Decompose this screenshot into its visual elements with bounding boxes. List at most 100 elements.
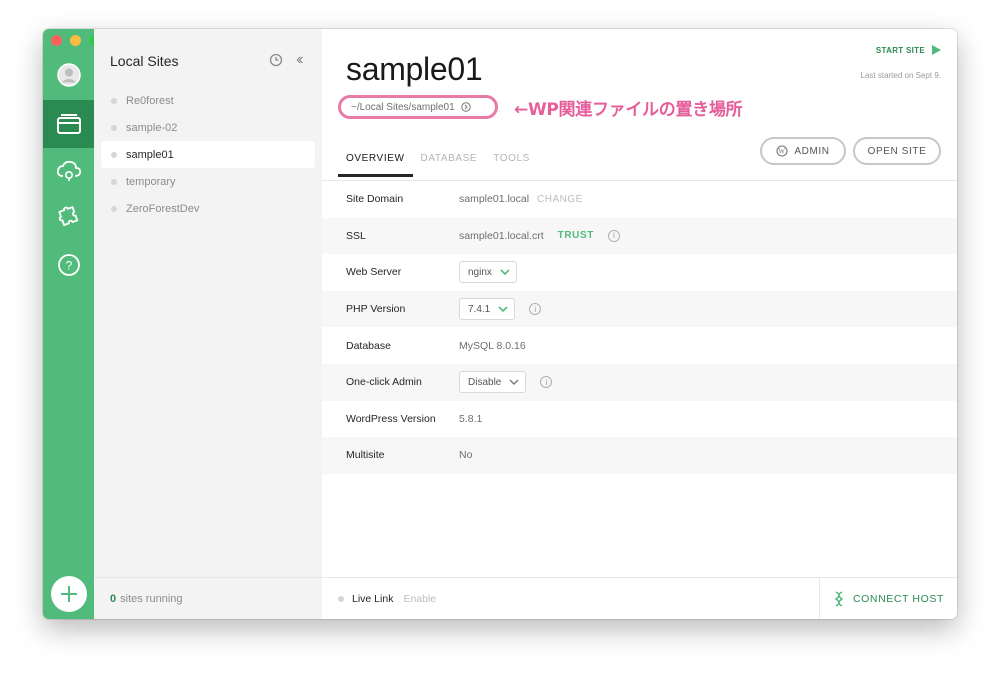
row-php-version: PHP Version 7.4.1 i	[322, 290, 957, 328]
wordpress-icon: W	[776, 145, 788, 157]
left-rail: ?	[43, 29, 100, 619]
reveal-arrow-icon	[460, 102, 471, 112]
row-multisite: Multisite No	[322, 437, 957, 474]
row-value: MySQL 8.0.16	[459, 339, 526, 352]
row-label: One-click Admin	[346, 376, 422, 389]
collapse-icon[interactable]: ‹‹	[296, 51, 303, 69]
sites-running-status: 0 sites running	[94, 577, 322, 619]
open-site-button[interactable]: OPEN SITE	[853, 137, 941, 165]
open-site-label: OPEN SITE	[867, 145, 927, 157]
connect-icon	[834, 591, 844, 607]
live-link-label: Live Link	[352, 593, 394, 605]
tab-bar: OVERVIEW DATABASE TOOLS	[338, 149, 530, 177]
row-label: SSL	[346, 229, 366, 242]
row-value: No	[459, 449, 473, 462]
select-value: nginx	[468, 266, 492, 278]
avatar-icon	[56, 63, 81, 87]
site-name: sample01	[126, 148, 174, 161]
site-list-item[interactable]: Re0forest	[101, 87, 315, 114]
trust-button[interactable]: TRUST	[558, 230, 594, 241]
row-label: Site Domain	[346, 193, 404, 206]
close-window-button[interactable]	[51, 35, 62, 46]
select-value: Disable	[468, 376, 502, 388]
sites-running-label: sites running	[120, 592, 183, 605]
sites-panel: Local Sites ‹‹ Re0forest sample-02 sampl…	[94, 29, 322, 619]
start-site-label: START SITE	[875, 45, 925, 55]
admin-label: ADMIN	[794, 145, 830, 157]
page-title: sample01	[346, 51, 483, 87]
plus-icon	[61, 586, 77, 602]
row-ssl: SSL sample01.local.crt TRUST i	[322, 217, 957, 255]
site-detail: sample01 START SITE Last started on Sept…	[322, 29, 957, 619]
site-status-dot	[111, 178, 117, 185]
start-site-button[interactable]: START SITE	[876, 45, 941, 55]
live-link-status-dot	[338, 596, 344, 602]
row-wordpress-version: WordPress Version 5.8.1	[322, 401, 957, 438]
select-value: 7.4.1	[468, 303, 491, 315]
info-icon[interactable]: i	[607, 229, 620, 242]
sites-icon	[56, 114, 81, 134]
add-site-button[interactable]	[51, 576, 87, 612]
php-version-select[interactable]: 7.4.1	[459, 298, 516, 321]
site-path[interactable]: ~/Local Sites/sample01	[338, 95, 498, 119]
overview-table: Site Domain sample01.local CHANGE SSL sa…	[322, 181, 957, 474]
site-name: sample-02	[126, 121, 178, 134]
app-window: ? Local Sites ‹‹ Re0forest sample-02 sam…	[43, 29, 957, 619]
rail-sites-button[interactable]	[43, 100, 94, 148]
site-list-item[interactable]: temporary	[101, 168, 315, 195]
change-domain-button[interactable]: CHANGE	[537, 194, 583, 205]
site-name: ZeroForestDev	[126, 202, 200, 215]
addons-icon	[57, 205, 78, 227]
admin-button[interactable]: W ADMIN	[760, 137, 846, 165]
avatar[interactable]	[43, 51, 94, 99]
row-label: PHP Version	[346, 303, 406, 316]
rail-cloud-button[interactable]	[43, 147, 94, 195]
site-list-item[interactable]: sample-02	[101, 114, 315, 141]
row-database: Database MySQL 8.0.16	[322, 327, 957, 364]
site-list-item-selected[interactable]: sample01	[101, 141, 315, 168]
window-controls	[51, 35, 100, 46]
row-web-server: Web Server nginx	[322, 254, 957, 291]
info-icon[interactable]: i	[540, 376, 553, 389]
sites-running-count: 0	[110, 592, 117, 605]
site-list-item[interactable]: ZeroForestDev	[101, 195, 315, 222]
site-list: Re0forest sample-02 sample01 temporary Z…	[101, 87, 315, 222]
main-footer: Live Link Enable CONNECT HOST	[322, 577, 957, 619]
help-icon: ?	[57, 254, 80, 276]
row-label: Multisite	[346, 449, 385, 462]
svg-text:?: ?	[65, 259, 72, 273]
site-path-text: ~/Local Sites/sample01	[351, 101, 455, 113]
site-status-dot	[111, 124, 117, 131]
web-server-select[interactable]: nginx	[459, 261, 517, 284]
info-icon[interactable]: i	[529, 303, 542, 316]
row-site-domain: Site Domain sample01.local CHANGE	[322, 181, 957, 218]
chevron-down-icon	[498, 306, 508, 313]
row-value: sample01.local	[459, 193, 530, 206]
site-status-dot	[111, 97, 117, 104]
svg-text:W: W	[779, 148, 786, 156]
connect-host-button[interactable]: CONNECT HOST	[819, 578, 957, 619]
site-name: temporary	[126, 175, 176, 188]
row-label: Web Server	[346, 266, 402, 279]
row-label: WordPress Version	[346, 412, 436, 425]
rail-help-button[interactable]: ?	[43, 241, 94, 289]
chevron-down-icon	[509, 379, 519, 386]
site-name: Re0forest	[126, 94, 174, 107]
site-status-dot	[111, 151, 117, 158]
tab-database[interactable]: DATABASE	[421, 149, 478, 177]
minimize-window-button[interactable]	[70, 35, 81, 46]
rail-addons-button[interactable]	[43, 194, 94, 242]
clock-icon[interactable]	[269, 53, 283, 72]
connect-host-label: CONNECT HOST	[852, 593, 944, 605]
chevron-down-icon	[500, 269, 510, 276]
enable-live-link-button[interactable]: Enable	[403, 593, 436, 605]
sites-panel-title: Local Sites	[110, 53, 179, 69]
one-click-admin-select[interactable]: Disable	[459, 371, 527, 394]
live-link: Live Link Enable	[338, 593, 436, 605]
tab-overview[interactable]: OVERVIEW	[338, 149, 413, 177]
row-value: 5.8.1	[459, 412, 483, 425]
tab-tools[interactable]: TOOLS	[493, 149, 530, 177]
play-icon	[932, 45, 941, 55]
annotation-text: ←WP関連ファイルの置き場所	[514, 100, 743, 120]
row-value: sample01.local.crt	[459, 229, 544, 242]
